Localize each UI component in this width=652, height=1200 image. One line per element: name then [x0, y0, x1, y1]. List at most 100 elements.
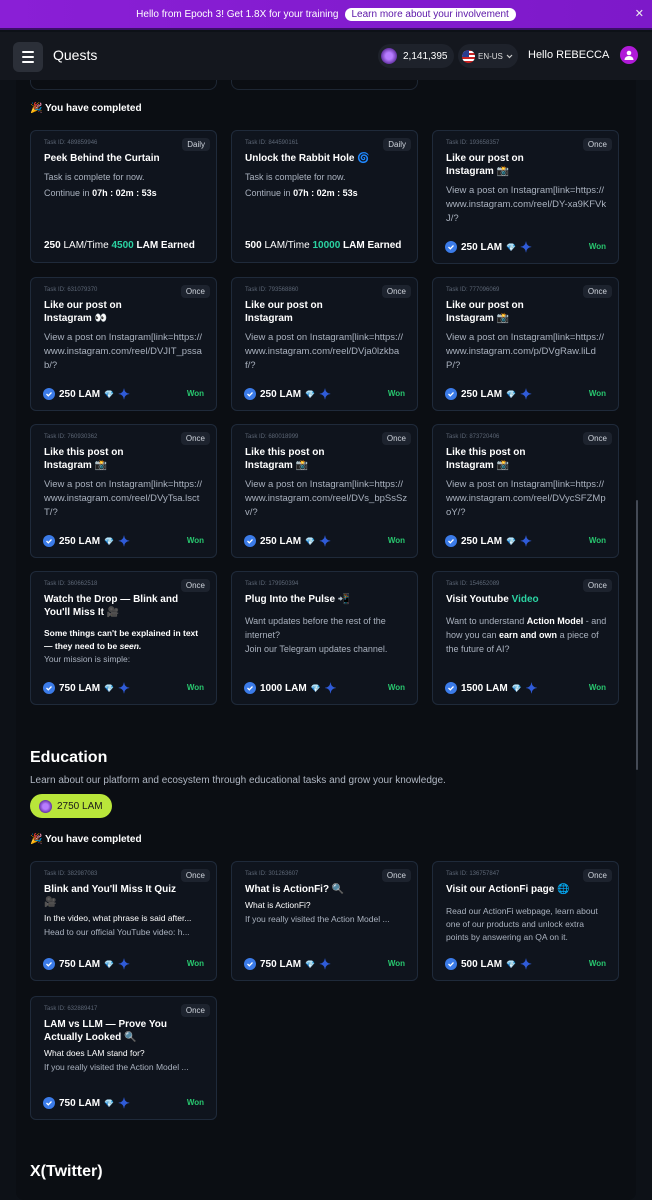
reward: 250 LAM 💎 ✦: [244, 387, 331, 401]
quest-card[interactable]: Task ID: 179950394 Plug Into the Pulse 📲…: [231, 571, 418, 705]
quest-card[interactable]: Task ID: 632889417 Once LAM vs LLM — Prove…: [30, 996, 217, 1120]
desc-line: Want updates before the rest of the inte…: [245, 616, 386, 640]
quest-card[interactable]: Task ID: 844590161 Daily Unlock the Rabb…: [231, 130, 418, 263]
reward-amount: 750 LAM: [260, 958, 302, 970]
desc-line: Your mission is simple:: [44, 654, 131, 664]
reward-amount: 250: [44, 240, 61, 251]
task-id: Task ID: 489859946: [44, 140, 98, 146]
quest-description: View a post on Instagram[link=https://ww…: [44, 332, 202, 371]
quest-title: LAM vs LLM — Prove You Actually Looked 🔍: [44, 1019, 167, 1043]
task-id: Task ID: 631079370: [44, 287, 98, 293]
continue-label: Continue in: [44, 188, 90, 198]
avatar[interactable]: [620, 46, 638, 64]
check-icon: [244, 958, 256, 970]
quest-description: Read our ActionFi webpage, learn about o…: [446, 906, 598, 942]
reward: 750 LAM 💎 ✦: [43, 956, 130, 972]
sparkle-icon: ✦: [525, 680, 538, 696]
quest-question: What does LAM stand for?: [44, 1048, 145, 1058]
reward-amount: 1000 LAM: [260, 682, 307, 694]
reward: 500 LAM 💎 ✦: [445, 957, 532, 971]
quest-card[interactable]: Task ID: 793568860 Once Like our post on I…: [231, 277, 418, 411]
sparkle-icon: ✦: [118, 386, 130, 402]
gem-icon: 💎: [506, 242, 517, 252]
continue-label: Continue in: [245, 188, 291, 198]
reward: 1000 LAM 💎 ✦: [244, 681, 336, 695]
sparkle-icon: ✦: [118, 1095, 130, 1111]
education-description: Learn about our platform and ecosystem t…: [30, 775, 446, 786]
quest-card[interactable]: Task ID: 631079370 Once Like our post on I…: [30, 277, 217, 411]
sparkle-icon: ✦: [118, 956, 130, 972]
reward: 750 LAM 💎 ✦: [244, 957, 331, 971]
won-status: Won: [186, 389, 204, 398]
check-icon: [43, 388, 55, 400]
reward: 250 LAM 💎 ✦: [244, 534, 331, 548]
task-id: Task ID: 844590161: [245, 140, 299, 146]
quests-panel: 🎉 You have completed Task ID: 489859946 …: [16, 80, 636, 1200]
title-highlight: Video: [511, 594, 539, 605]
quest-card[interactable]: Task ID: 777096069 Once Like our post on I…: [432, 277, 619, 411]
won-status: Won: [186, 1098, 204, 1107]
desc-text: Want to understand: [446, 616, 527, 626]
scrollbar[interactable]: [636, 500, 638, 770]
twitter-heading: X(Twitter): [30, 1163, 103, 1180]
frequency-badge: Once: [582, 869, 612, 882]
quest-title: Blink and You'll Miss It Quiz 🎥: [44, 884, 177, 908]
reward-unit: LAM/Time: [63, 240, 109, 251]
quest-description: View a post on Instagram[link=https://ww…: [446, 185, 607, 224]
user-greeting[interactable]: Hello REBECCA: [528, 49, 610, 61]
check-icon: [43, 682, 55, 694]
reward: 250 LAM 💎 ✦: [445, 387, 532, 401]
quest-title: Visit Youtube Video: [446, 593, 606, 606]
language-selector[interactable]: EN-US: [458, 44, 518, 68]
reward: 1500 LAM 💎 ✦: [445, 680, 538, 696]
won-status: Won: [186, 959, 204, 968]
quest-hint: Head to our official YouTube video: h...: [44, 927, 190, 937]
quest-card[interactable]: Task ID: 680018999 Once Like this post on …: [231, 424, 418, 558]
quest-question: In the video, what phrase is said after.…: [44, 913, 192, 923]
gem-icon: 💎: [104, 959, 115, 969]
task-id: Task ID: 154652089: [446, 581, 500, 587]
gem-icon: 💎: [104, 683, 115, 693]
reward: 750 LAM 💎 ✦: [43, 1095, 130, 1111]
reward-rate: 250 LAM/Time 4500 LAM Earned: [44, 240, 214, 251]
card-bottom-edge: [30, 80, 217, 90]
gem-icon: 💎: [305, 389, 316, 399]
sparkle-icon: ✦: [118, 680, 130, 696]
reward-amount: 250 LAM: [59, 388, 101, 400]
check-icon: [445, 388, 457, 400]
banner-text: Hello from Epoch 3! Get 1.8X for your tr…: [136, 8, 339, 20]
earned-suffix: LAM Earned: [343, 240, 402, 251]
check-icon: [43, 1097, 55, 1109]
reward-amount: 500: [245, 240, 262, 251]
close-icon[interactable]: ✕: [635, 8, 644, 20]
quest-card[interactable]: Task ID: 489859946 Daily Peek Behind the…: [30, 130, 217, 263]
page-title: Quests: [53, 47, 98, 63]
quest-card[interactable]: Task ID: 136757847 Once Visit our ActionFi…: [432, 861, 619, 981]
quest-title: Like our post on Instagram 👀: [44, 300, 122, 324]
reward-amount: 250 LAM: [260, 535, 302, 547]
quest-card[interactable]: Task ID: 154652089 Once Visit Youtube Vi…: [432, 571, 619, 705]
balance-badge[interactable]: 2,141,395: [378, 44, 454, 68]
quest-description: View a post on Instagram[link=https://ww…: [245, 332, 403, 371]
reward-amount: 750 LAM: [59, 682, 101, 694]
menu-button[interactable]: [13, 42, 43, 72]
us-flag-icon: [462, 49, 475, 63]
quest-card[interactable]: Task ID: 193658357 Once Like our post on I…: [432, 130, 619, 264]
quest-card[interactable]: Task ID: 382987083 Once Blink and You'll M…: [30, 861, 217, 981]
quest-description: View a post on Instagram[link=https://ww…: [245, 479, 408, 518]
reward-amount: 250 LAM: [59, 535, 101, 547]
gem-icon: 💎: [310, 683, 321, 693]
education-total: 2750 LAM: [57, 800, 103, 812]
check-icon: [43, 958, 55, 970]
quest-card[interactable]: Task ID: 301263607 Once What is ActionFi? …: [231, 861, 418, 981]
completed-heading: 🎉 You have completed: [30, 103, 142, 114]
cooldown-timer: Continue in 07h : 02m : 53s: [44, 186, 207, 200]
quest-card[interactable]: Task ID: 873720406 Once Like this post on …: [432, 424, 619, 558]
sparkle-icon: ✦: [520, 239, 532, 255]
banner-learn-more-link[interactable]: Learn more about your involvement: [344, 7, 516, 21]
quest-card[interactable]: Task ID: 360662518 Once Watch the Drop —…: [30, 571, 217, 705]
quest-title: Unlock the Rabbit Hole 🌀: [245, 153, 370, 164]
quest-title: Visit our ActionFi page 🌐: [446, 884, 570, 895]
quest-card[interactable]: Task ID: 760930362 Once Like this post on …: [30, 424, 217, 558]
frequency-badge: Once: [582, 579, 612, 592]
